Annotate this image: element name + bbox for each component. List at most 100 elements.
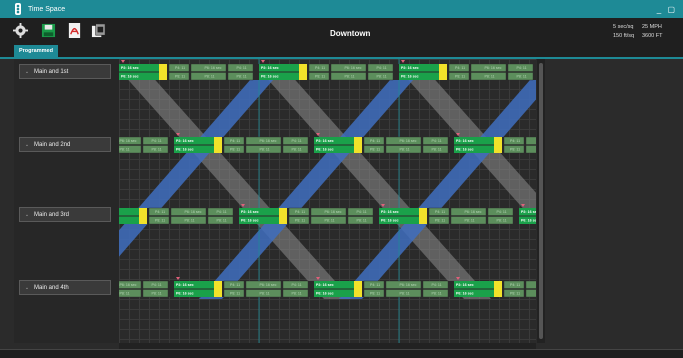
phase-label: P2: 16 sec bbox=[401, 66, 419, 70]
speed-value: 25 MPH bbox=[642, 24, 662, 30]
phase-label: P4: 11 bbox=[357, 210, 367, 214]
phase-label: P8: 11 bbox=[377, 75, 387, 79]
save-icon[interactable] bbox=[41, 22, 56, 39]
phase-label: P2: 16 sec bbox=[316, 139, 334, 143]
phase-label: P6: 16 sec bbox=[456, 148, 474, 152]
phase-label: P8: 11 bbox=[120, 292, 130, 296]
stats-scale: 5 sec/sq 150 ft/sq bbox=[613, 23, 634, 41]
phase-label: P4: 11 bbox=[510, 283, 520, 287]
phase-yellow bbox=[419, 208, 427, 224]
vertical-scroll-thumb[interactable] bbox=[539, 63, 543, 339]
phase-label: P4: 11 bbox=[155, 210, 165, 214]
phase-label: P8: 11 bbox=[292, 292, 302, 296]
pdf-icon[interactable] bbox=[67, 22, 82, 39]
phase-label: P6: 16 sec bbox=[345, 66, 362, 70]
phase-label: P4: 11 bbox=[217, 210, 227, 214]
phase-label: P8: 11 bbox=[152, 292, 162, 296]
phase-label: P4: 11 bbox=[370, 139, 380, 143]
phase-label: P4: 11 bbox=[510, 139, 520, 143]
intersection-main-2nd[interactable]: ⌄ Main and 2nd bbox=[19, 137, 111, 152]
phase-label: P8: 11 bbox=[455, 75, 465, 79]
intersection-label: Main and 3rd bbox=[34, 212, 70, 218]
tab-programmed[interactable]: Programmed bbox=[14, 45, 58, 57]
phase-label: P6: 16 sec bbox=[485, 66, 502, 70]
distance-value: 3600 FT bbox=[642, 33, 663, 39]
phase-label: P4: 11 bbox=[377, 66, 387, 70]
phase-label: P8: 11 bbox=[435, 219, 445, 223]
phase-label: P8: 11 bbox=[217, 219, 227, 223]
phase-label: P6: 16 sec bbox=[176, 148, 194, 152]
export-icon[interactable] bbox=[91, 22, 106, 39]
time-space-diagram[interactable]: P2: 16 sec P6: 16 sec P4: 11 P8: 11 P6: 16 s… bbox=[119, 59, 536, 343]
phase-dim bbox=[525, 136, 536, 145]
phase-label: P4: 11 bbox=[370, 283, 380, 287]
phase-label: P8: 11 bbox=[510, 148, 520, 152]
phase-label: P8: 11 bbox=[345, 75, 355, 79]
phase-label: P4: 11 bbox=[152, 139, 162, 143]
phase-label: P4: 11 bbox=[432, 139, 442, 143]
phase-yellow bbox=[159, 64, 167, 80]
vertical-scrollbar[interactable] bbox=[537, 59, 545, 343]
phase-label: P8: 11 bbox=[315, 75, 325, 79]
phase-label: P2: 16 sec bbox=[261, 66, 279, 70]
phase-label: P6: 16 sec bbox=[316, 292, 334, 296]
phase-label: P8: 11 bbox=[175, 75, 185, 79]
phase-yellow bbox=[354, 281, 362, 297]
phase-label: P4: 11 bbox=[292, 283, 302, 287]
phase-label: P8: 11 bbox=[260, 292, 270, 296]
phase-label: P2: 16 sec bbox=[521, 210, 536, 214]
phase-label: P4: 11 bbox=[497, 210, 507, 214]
phase-label: P6: 16 sec bbox=[465, 210, 482, 214]
phase-yellow bbox=[299, 64, 307, 80]
phase-label: P8: 11 bbox=[465, 219, 475, 223]
phase-label: P8: 11 bbox=[230, 292, 240, 296]
phase-label: P4: 11 bbox=[315, 66, 325, 70]
offset-marker bbox=[261, 60, 265, 63]
intersection-list: ⌄ Main and 1st ⌄ Main and 2nd ⌄ Main and 3r… bbox=[14, 59, 120, 343]
phase-label: P8: 11 bbox=[152, 148, 162, 152]
phase-label: P4: 11 bbox=[435, 210, 445, 214]
phase-label: P2: 16 sec bbox=[121, 66, 139, 70]
blue-green-band bbox=[119, 64, 287, 257]
phase-yellow bbox=[279, 208, 287, 224]
time-space-canvas: P2: 16 sec P6: 16 sec P4: 11 P8: 11 P6: 16 s… bbox=[119, 59, 536, 343]
intersection-main-1st[interactable]: ⌄ Main and 1st bbox=[19, 64, 111, 79]
phase-label: P8: 11 bbox=[497, 219, 507, 223]
app-icon bbox=[15, 3, 21, 15]
phase-label: P4: 11 bbox=[237, 66, 247, 70]
offset-marker bbox=[176, 277, 180, 280]
phase-yellow bbox=[354, 137, 362, 153]
phase-label: P2: 16 sec bbox=[176, 139, 194, 143]
phase-label: P6: 16 sec bbox=[260, 139, 277, 143]
phase-yellow bbox=[214, 137, 222, 153]
phase-dim bbox=[525, 145, 536, 154]
phase-label: P8: 11 bbox=[400, 148, 410, 152]
phase-green bbox=[119, 216, 139, 224]
phase-label: P8: 11 bbox=[370, 148, 380, 152]
phase-label: P6: 16 sec bbox=[241, 219, 259, 223]
stats-values: 25 MPH 3600 FT bbox=[642, 23, 662, 41]
phase-label: P8: 11 bbox=[120, 148, 130, 152]
gear-icon[interactable] bbox=[13, 22, 28, 39]
phase-label: P6: 16 sec bbox=[205, 66, 222, 70]
phase-label: P2: 16 sec bbox=[241, 210, 259, 214]
phase-yellow bbox=[214, 281, 222, 297]
phase-label: P4: 11 bbox=[175, 66, 185, 70]
phase-label: P8: 11 bbox=[357, 219, 367, 223]
phase-label: P8: 11 bbox=[292, 148, 302, 152]
phase-label: P2: 16 sec bbox=[381, 210, 399, 214]
intersection-main-4th[interactable]: ⌄ Main and 4th bbox=[19, 280, 111, 295]
phase-label: P4: 11 bbox=[295, 210, 305, 214]
phase-label: P6: 16 sec bbox=[401, 75, 419, 79]
phase-label: P6: 16 sec bbox=[316, 148, 334, 152]
tab-strip: Programmed bbox=[0, 45, 683, 59]
window-controls[interactable]: _ ▢ bbox=[657, 5, 677, 14]
phase-label: P8: 11 bbox=[237, 75, 247, 79]
phase-dim bbox=[525, 289, 536, 298]
intersection-main-3rd[interactable]: ⌄ Main and 3rd bbox=[19, 207, 111, 222]
phase-label: P6: 16 sec bbox=[120, 283, 137, 287]
phase-label: P4: 11 bbox=[230, 139, 240, 143]
chevron-down-icon: ⌄ bbox=[24, 69, 30, 75]
phase-label: P4: 11 bbox=[230, 283, 240, 287]
phase-label: P8: 11 bbox=[260, 148, 270, 152]
